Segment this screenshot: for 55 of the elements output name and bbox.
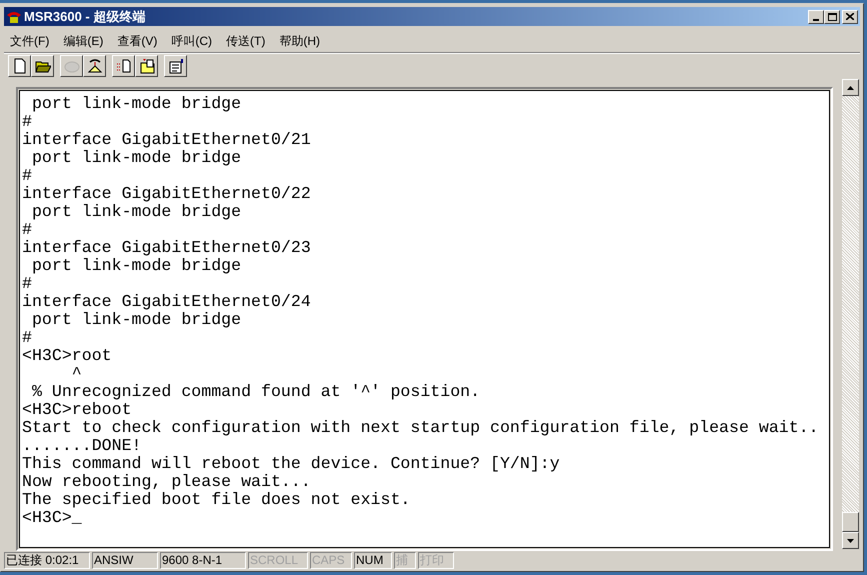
close-icon [846,13,854,20]
scroll-up-button[interactable] [842,79,859,96]
status-field: 已连接 0:02:1 [4,552,90,569]
terminal-line: port link-mode bridge [30,95,242,113]
menu-item[interactable]: 帮助(H) [279,32,320,50]
minimize-button[interactable] [808,10,824,24]
vertical-scrollbar[interactable] [842,79,859,549]
terminal-line: # [22,329,33,347]
scroll-down-button[interactable] [842,532,859,549]
terminal-line: # [22,167,33,185]
terminal-line: This command will reboot the device. Continue? [Y/N]:y [22,455,561,473]
terminal-line: % Unrecognized command found at '^' position. [30,383,482,401]
terminal-line: interface GigabitEthernet0/23 [22,239,312,257]
toolbar-button[interactable] [8,55,31,77]
toolbar-button[interactable] [83,55,106,77]
terminal-line: port link-mode bridge [30,311,242,329]
properties-icon [168,58,184,74]
menu-item[interactable]: 文件(F) [10,32,50,50]
window-title: MSR3600 - 超级终端 [24,8,146,26]
menu-item[interactable]: 传送(T) [226,32,266,50]
terminal-line: <H3C>_ [22,509,83,527]
maximize-button[interactable] [824,10,840,24]
terminal-line: The specified boot file does not exist. [22,491,412,509]
terminal-line: interface GigabitEthernet0/22 [22,185,312,203]
scroll-thumb[interactable] [842,512,859,532]
terminal-line: <H3C>root [22,347,113,365]
terminal-line: port link-mode bridge [30,203,242,221]
menu-item[interactable]: 呼叫(C) [171,32,212,50]
toolbar-button[interactable] [164,55,187,77]
terminal-line: # [22,113,33,131]
terminal-line: Now rebooting, please wait... [22,473,312,491]
terminal-line: Start to check configuration with next startup configuration file, please wait.. [22,419,820,437]
terminal-line: interface GigabitEthernet0/21 [22,131,312,149]
menu-item[interactable]: 查看(V) [117,32,158,50]
terminal-line: .......DONE! [22,437,142,455]
close-button[interactable] [842,10,858,24]
menu-item[interactable]: 编辑(E) [63,32,104,50]
folder-icon [138,58,154,74]
status-field: NUM [354,552,392,569]
document-icon [116,58,132,74]
terminal-line: # [22,275,33,293]
toolbar-button[interactable] [135,55,158,77]
terminal-line: <H3C>reboot [22,401,133,419]
up-arrow-icon [847,86,854,90]
terminal-line: port link-mode bridge [30,149,242,167]
new-document-icon [12,58,28,74]
toolbar-button[interactable] [112,55,135,77]
status-field: 9600 8-N-1 [160,552,246,569]
status-field: ANSIW [92,552,158,569]
down-arrow-icon [847,538,854,542]
terminal-line: # [22,221,33,239]
toolbar-button[interactable] [31,55,54,77]
terminal-line: ^ [70,365,83,383]
terminal-line: port link-mode bridge [30,257,242,275]
terminal-line: interface GigabitEthernet0/24 [22,293,312,311]
